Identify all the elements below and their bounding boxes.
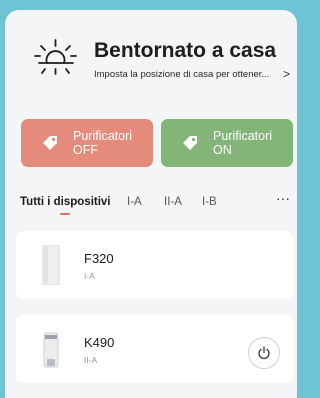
air-purifier-icon [43,332,59,368]
device-card[interactable]: F320 I-A [16,231,293,299]
purifiers-on-line2: ON [213,143,232,157]
chevron-right-icon[interactable]: > [283,67,290,81]
purifiers-on-label: Purificatori ON [213,129,272,157]
welcome-banner[interactable]: Bentornato a casa Imposta la posizione d… [33,34,297,94]
power-icon [258,346,270,360]
welcome-subtitle: Imposta la posizione di casa per ottener… [94,69,270,80]
purifiers-on-button[interactable]: Purificatori ON [161,119,293,167]
tab-ii-a[interactable]: II-A [164,196,182,208]
tab-all-devices[interactable]: Tutti i dispositivi [20,196,111,208]
purifiers-off-line2: OFF [73,143,98,157]
purifiers-off-line1: Purificatori [73,129,133,143]
device-room: I-A [84,271,95,281]
purifiers-off-button[interactable]: Purificatori OFF [21,119,153,167]
air-purifier-icon [42,245,60,285]
home-panel: Bentornato a casa Imposta la posizione d… [5,10,297,398]
device-card[interactable]: K490 II-A [16,315,293,383]
power-button[interactable] [248,337,280,369]
sun-icon [34,39,77,75]
tag-icon [43,136,57,150]
tab-i-b[interactable]: I-B [202,196,217,208]
room-tabs: Tutti i dispositivi I-A II-A I-B ··· [5,190,297,226]
tab-i-a[interactable]: I-A [127,196,142,208]
active-tab-indicator [60,213,70,215]
purifiers-on-line1: Purificatori [213,129,273,143]
device-room: II-A [84,355,98,365]
more-icon[interactable]: ··· [276,190,290,206]
device-name: K490 [84,335,115,350]
tag-icon [183,136,197,150]
purifiers-off-label: Purificatori OFF [73,129,132,157]
device-name: F320 [84,251,114,266]
welcome-title: Bentornato a casa [94,39,277,62]
